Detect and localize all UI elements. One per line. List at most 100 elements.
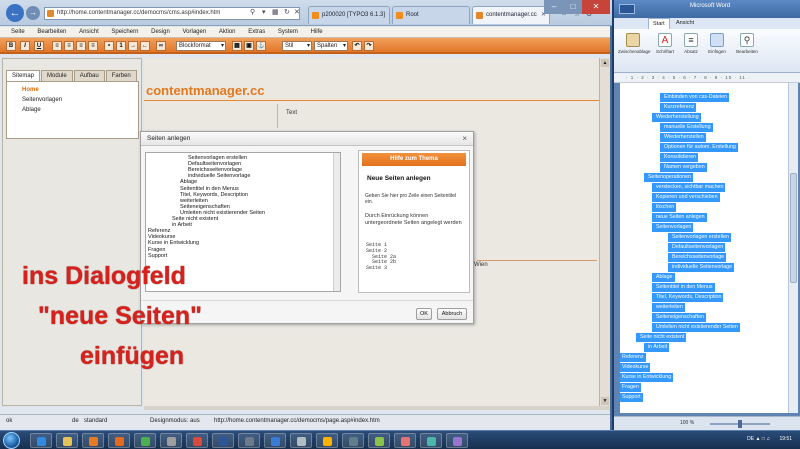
close-icon[interactable]: × xyxy=(462,132,467,146)
language-indicator[interactable]: DE xyxy=(747,436,754,442)
align-right-icon[interactable]: ≡ xyxy=(76,41,86,51)
word-document[interactable]: Einbinden von css-Dateien Kurzreferenz Wie… xyxy=(620,83,788,413)
cancel-button[interactable]: Abbruch xyxy=(437,308,467,320)
menu-item[interactable]: Aktion xyxy=(219,29,236,35)
taskbar-app[interactable] xyxy=(368,433,390,448)
document-line: löschen xyxy=(652,203,677,212)
forward-arrow-icon[interactable]: → xyxy=(26,6,40,20)
scroll-up-icon[interactable]: ▲ xyxy=(601,59,609,67)
italic-button[interactable]: I xyxy=(20,41,30,51)
taskbar-word[interactable] xyxy=(212,433,234,448)
menu-item[interactable]: Design xyxy=(151,29,170,35)
align-left-icon[interactable]: ≡ xyxy=(52,41,62,51)
taskbar-app[interactable] xyxy=(134,433,156,448)
tab-sitemap[interactable]: Sitemap xyxy=(6,70,41,81)
menu-item[interactable]: Bearbeiten xyxy=(37,29,66,35)
taskbar-ie[interactable] xyxy=(30,433,52,448)
menu-item[interactable]: System xyxy=(278,29,298,35)
bold-button[interactable]: B xyxy=(6,41,16,51)
maximize-icon[interactable]: □ xyxy=(564,0,582,14)
style-select[interactable]: Stil xyxy=(282,41,312,51)
tab-typo3[interactable]: p200020 [TYPO3 6.1.3] xyxy=(308,6,390,24)
vertical-scrollbar[interactable] xyxy=(788,83,798,413)
taskbar-app[interactable] xyxy=(342,433,364,448)
back-arrow-icon[interactable]: ← xyxy=(6,4,24,22)
taskbar-app[interactable] xyxy=(160,433,182,448)
close-window-icon[interactable]: ✕ xyxy=(582,0,610,14)
menu-item[interactable]: Ansicht xyxy=(79,29,99,35)
menu-item[interactable]: Speichern xyxy=(111,29,138,35)
ok-button[interactable]: OK xyxy=(416,308,432,320)
underline-button[interactable]: U xyxy=(34,41,44,51)
network-icon[interactable]: ▲ □ ♫ xyxy=(756,436,771,442)
tree-item-seitenvorlagen[interactable]: Seitenvorlagen xyxy=(22,95,138,105)
link-icon[interactable]: ∞ xyxy=(156,41,166,51)
taskbar-app[interactable] xyxy=(394,433,416,448)
status-ok: ok xyxy=(6,418,13,424)
clipboard-group[interactable]: Zwischenablage xyxy=(618,33,651,54)
tab-farben[interactable]: Farben xyxy=(105,70,137,81)
tab-contentmanager[interactable]: contentmanager.cc ✕ xyxy=(472,6,550,24)
taskbar-firefox[interactable] xyxy=(108,433,130,448)
tree-item-ablage[interactable]: Ablage xyxy=(22,105,138,115)
tab-module[interactable]: Module xyxy=(41,70,73,81)
minimize-icon[interactable]: – xyxy=(544,0,564,14)
redo-icon[interactable]: ↷ xyxy=(364,41,374,51)
undo-icon[interactable]: ↶ xyxy=(352,41,362,51)
document-line: Support xyxy=(620,393,643,402)
taskbar-app[interactable] xyxy=(186,433,208,448)
scroll-down-icon[interactable]: ▼ xyxy=(601,397,609,405)
tab-aufbau[interactable]: Aufbau xyxy=(73,70,105,81)
taskbar-app[interactable] xyxy=(446,433,468,448)
menu-item[interactable]: Vorlagen xyxy=(182,29,206,35)
taskbar-app[interactable] xyxy=(420,433,442,448)
align-center-icon[interactable]: ≡ xyxy=(64,41,74,51)
image-icon[interactable]: ▣ xyxy=(244,41,254,51)
menu-item[interactable]: Seite xyxy=(11,29,25,35)
zoom-slider-knob[interactable] xyxy=(738,420,742,428)
anchor-icon[interactable]: ⚓ xyxy=(256,41,266,51)
tab-ansicht[interactable]: Ansicht xyxy=(676,18,694,29)
columns-select[interactable]: Spalten xyxy=(314,41,348,51)
menu-item[interactable]: Extras xyxy=(248,29,265,35)
refresh-icon[interactable]: ↻ xyxy=(284,8,290,16)
outdent-icon[interactable]: ← xyxy=(140,41,150,51)
taskbar-app[interactable] xyxy=(238,433,260,448)
search-icon[interactable]: ⚲ xyxy=(250,8,255,16)
typo3-favicon-icon xyxy=(312,12,319,19)
numbered-list-icon[interactable]: 1 xyxy=(116,41,126,51)
menu-item[interactable]: Hilfe xyxy=(311,29,323,35)
horizontal-scrollbar[interactable] xyxy=(144,406,610,410)
tab-root[interactable]: Root xyxy=(392,6,470,24)
tree-item-home[interactable]: Home xyxy=(22,85,138,95)
taskbar-media[interactable] xyxy=(82,433,104,448)
table-icon[interactable]: ▦ xyxy=(232,41,242,51)
file-menu-button[interactable] xyxy=(619,4,635,14)
taskbar-app[interactable] xyxy=(290,433,312,448)
taskbar-app[interactable] xyxy=(316,433,338,448)
compat-view-icon[interactable]: ▦ xyxy=(272,8,279,16)
stop-icon[interactable]: ✕ xyxy=(294,8,300,16)
tab-start[interactable]: Start xyxy=(648,18,670,29)
clock[interactable]: 19:51 xyxy=(779,436,792,442)
insert-group[interactable]: Einfügen xyxy=(704,33,730,54)
editing-group[interactable]: ⚲ Bearbeiten xyxy=(732,33,762,54)
dropdown-arrow-icon[interactable]: ▾ xyxy=(262,8,266,16)
document-line: Konsolidieren xyxy=(660,153,699,162)
start-button[interactable] xyxy=(3,432,20,449)
block-format-select[interactable]: Blockformat xyxy=(176,41,226,51)
zoom-slider[interactable] xyxy=(710,420,770,428)
app-icon xyxy=(193,437,202,446)
indent-icon[interactable]: → xyxy=(128,41,138,51)
vertical-scrollbar[interactable]: ▲ ▼ xyxy=(599,58,610,406)
list-icon[interactable]: • xyxy=(104,41,114,51)
taskbar-app[interactable] xyxy=(264,433,286,448)
vertical-scrollbar[interactable] xyxy=(333,153,340,291)
system-tray[interactable]: DE ▲ □ ♫ xyxy=(747,436,770,442)
justify-icon[interactable]: ≡ xyxy=(88,41,98,51)
font-group[interactable]: A Schriftart xyxy=(652,33,678,54)
taskbar-explorer[interactable] xyxy=(56,433,78,448)
paragraph-group[interactable]: ≡ Absatz xyxy=(680,33,702,54)
document-line: Seitenoperationen xyxy=(644,173,693,182)
scroll-thumb[interactable] xyxy=(790,173,797,283)
